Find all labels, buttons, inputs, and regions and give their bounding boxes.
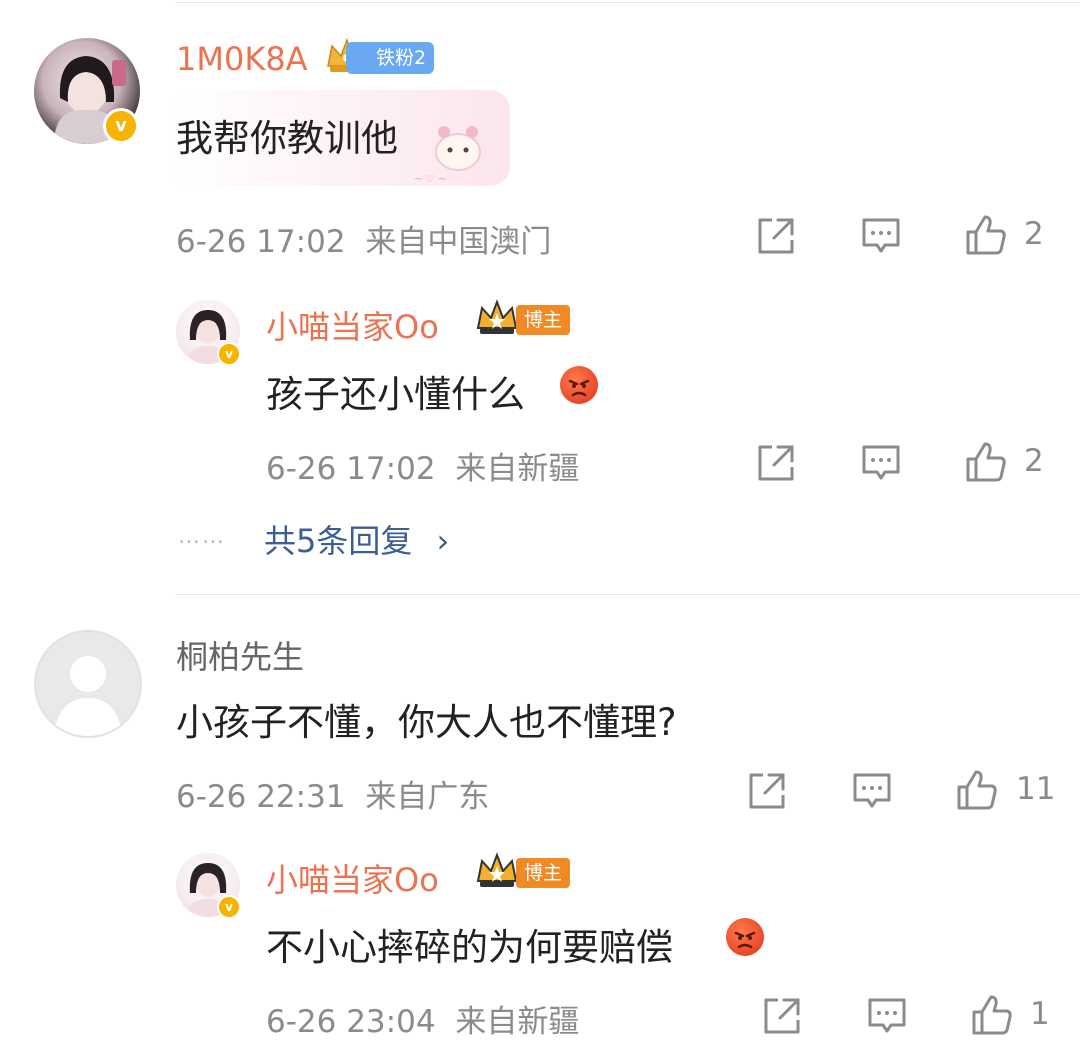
more-replies-link[interactable]: 共5条回复 › <box>264 516 449 562</box>
blogger-badge: 博主 <box>516 305 571 335</box>
reply-meta: 6-26 23:04 来自新疆 <box>266 996 579 1041</box>
reply-text: 不小心摔碎的为何要赔偿 <box>266 926 673 969</box>
reply-time: 6-26 23:04 <box>266 1004 436 1040</box>
comment-icon[interactable] <box>867 996 907 1036</box>
comment-meta: 6-26 22:31 来自广东 <box>176 771 489 816</box>
reply-meta: 6-26 17:02 来自新疆 <box>266 443 579 488</box>
reply-location: 来自新疆 <box>455 1004 580 1040</box>
share-icon[interactable] <box>756 443 796 483</box>
thumbs-up-icon[interactable] <box>970 993 1014 1037</box>
verified-badge-icon: v <box>217 342 241 366</box>
bubble-sticker-icon: ~ ♡ ~ <box>414 126 481 185</box>
comment-location: 来自中国澳门 <box>365 224 552 260</box>
like-count: 1 <box>1030 996 1050 1032</box>
comment-icon[interactable] <box>852 771 892 811</box>
svg-text:~ ♡ ~: ~ ♡ ~ <box>414 174 446 185</box>
default-avatar-icon <box>54 656 122 736</box>
thumbs-up-icon[interactable] <box>964 213 1008 257</box>
comment-username[interactable]: 1M0K8A <box>176 40 308 78</box>
comment-divider <box>175 594 1080 595</box>
blogger-badge: 博主 <box>516 858 571 888</box>
reply-location: 来自新疆 <box>455 451 580 487</box>
comment-time: 6-26 22:31 <box>176 779 346 815</box>
share-icon[interactable] <box>747 771 787 811</box>
verified-badge-icon: v <box>217 895 241 919</box>
comment-username[interactable]: 桐柏先生 <box>176 632 304 678</box>
angry-emoji-icon <box>560 366 598 404</box>
blogger-crown-icon <box>476 299 518 334</box>
comment-time: 6-26 17:02 <box>176 224 346 260</box>
angry-emoji-icon <box>726 918 764 956</box>
like-count: 2 <box>1024 216 1044 252</box>
verified-badge-icon: v <box>103 108 139 144</box>
comment-icon[interactable] <box>861 216 901 256</box>
chevron-right-icon: › <box>436 522 450 560</box>
share-icon[interactable] <box>756 216 796 256</box>
share-icon[interactable] <box>762 996 802 1036</box>
comment-meta: 6-26 17:02 来自中国澳门 <box>176 216 551 261</box>
comment-icon[interactable] <box>861 443 901 483</box>
reply-username[interactable]: 小喵当家Oo <box>266 855 439 901</box>
reply-username[interactable]: 小喵当家Oo <box>266 302 439 348</box>
comment-location: 来自广东 <box>365 779 490 815</box>
thumbs-up-icon[interactable] <box>955 768 999 812</box>
reply-time: 6-26 17:02 <box>266 451 436 487</box>
top-divider <box>175 2 1080 3</box>
avatar[interactable] <box>34 630 142 738</box>
blogger-crown-icon <box>476 852 518 887</box>
reply-text: 孩子还小懂什么 <box>266 373 525 416</box>
like-count: 2 <box>1024 443 1044 479</box>
fan-badge: 铁粉2 <box>346 42 435 74</box>
more-replies-label: 共5条回复 <box>264 522 413 560</box>
comment-text: 小孩子不懂，你大人也不懂理? <box>176 701 677 744</box>
comment-text: 我帮你教训他 <box>176 117 398 160</box>
thumbs-up-icon[interactable] <box>964 440 1008 484</box>
like-count: 11 <box>1016 771 1056 807</box>
more-replies-dots: …… <box>178 524 226 549</box>
